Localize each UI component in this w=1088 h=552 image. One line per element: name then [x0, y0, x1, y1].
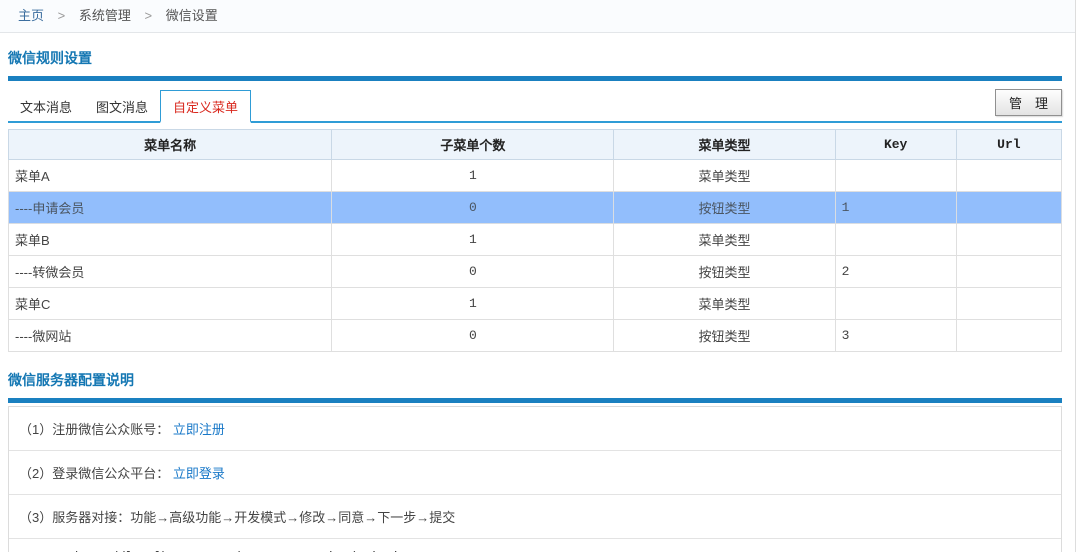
cell-url — [956, 160, 1061, 192]
breadcrumb-item-system[interactable]: 系统管理 — [79, 8, 131, 23]
cell-submenu-count: 1 — [332, 288, 614, 320]
menu-table: 菜单名称 子菜单个数 菜单类型 Key Url 菜单A 1 菜单类型 ----申… — [8, 129, 1062, 352]
server-section-underline — [8, 398, 1062, 403]
col-header-key: Key — [835, 130, 956, 160]
login-now-link[interactable]: 立即登录 — [173, 466, 225, 481]
cell-menu-name: 菜单A — [9, 160, 332, 192]
col-header-url: Url — [956, 130, 1061, 160]
cell-url — [956, 256, 1061, 288]
cell-submenu-count: 0 — [332, 320, 614, 352]
cell-submenu-count: 1 — [332, 224, 614, 256]
cell-menu-name: 菜单B — [9, 224, 332, 256]
table-row[interactable]: 菜单A 1 菜单类型 — [9, 160, 1062, 192]
table-row-selected[interactable]: ----申请会员 0 按钮类型 1 — [9, 192, 1062, 224]
table-row[interactable]: 菜单C 1 菜单类型 — [9, 288, 1062, 320]
cell-menu-name: ----申请会员 — [9, 192, 332, 224]
tab-bar: 文本消息 图文消息 自定义菜单 管 理 — [8, 89, 1062, 123]
cell-menu-name: 菜单C — [9, 288, 332, 320]
page-right-divider — [1075, 0, 1076, 552]
cell-submenu-count: 0 — [332, 192, 614, 224]
rules-section-underline — [8, 76, 1062, 81]
breadcrumb-separator: > — [58, 8, 66, 23]
breadcrumb: 主页 > 系统管理 > 微信设置 — [0, 0, 1075, 33]
cell-menu-type: 菜单类型 — [614, 224, 835, 256]
tab-image-text-message[interactable]: 图文消息 — [84, 91, 160, 121]
cell-url — [956, 288, 1061, 320]
config-step-2: （2）登录微信公众平台： 立即登录 — [9, 451, 1061, 495]
cell-key — [835, 160, 956, 192]
cell-key — [835, 288, 956, 320]
cell-key: 3 — [835, 320, 956, 352]
config-step-2-label: （2）登录微信公众平台： — [19, 466, 169, 481]
config-code-block: URL: http://localhost:65530/?PID=133Serv… — [9, 539, 1061, 552]
config-step-3: （3）服务器对接：功能→高级功能→开发模式→修改→同意→下一步→提交 — [9, 495, 1061, 539]
col-header-menu-type: 菜单类型 — [614, 130, 835, 160]
server-url-line: URL: http://localhost:65530/?PID=133Serv… — [39, 546, 1051, 552]
cell-key: 2 — [835, 256, 956, 288]
cell-url — [956, 320, 1061, 352]
cell-key: 1 — [835, 192, 956, 224]
cell-url — [956, 192, 1061, 224]
server-section-title: 微信服务器配置说明 — [8, 370, 1062, 390]
server-config-box: （1）注册微信公众账号： 立即注册 （2）登录微信公众平台： 立即登录 （3）服… — [8, 406, 1062, 552]
col-header-menu-name: 菜单名称 — [9, 130, 332, 160]
cell-submenu-count: 0 — [332, 256, 614, 288]
rules-section-title: 微信规则设置 — [8, 48, 1062, 68]
cell-menu-type: 按钮类型 — [614, 256, 835, 288]
config-step-1-label: （1）注册微信公众账号： — [19, 422, 169, 437]
col-header-submenu-count: 子菜单个数 — [332, 130, 614, 160]
cell-menu-type: 按钮类型 — [614, 192, 835, 224]
table-row[interactable]: 菜单B 1 菜单类型 — [9, 224, 1062, 256]
table-row[interactable]: ----转微会员 0 按钮类型 2 — [9, 256, 1062, 288]
table-header-row: 菜单名称 子菜单个数 菜单类型 Key Url — [9, 130, 1062, 160]
cell-menu-type: 菜单类型 — [614, 288, 835, 320]
cell-submenu-count: 1 — [332, 160, 614, 192]
cell-key — [835, 224, 956, 256]
breadcrumb-separator: > — [145, 8, 153, 23]
main-content: 微信规则设置 文本消息 图文消息 自定义菜单 管 理 菜单名称 子菜单个数 菜单… — [0, 48, 1075, 552]
cell-menu-name: ----微网站 — [9, 320, 332, 352]
tab-custom-menu[interactable]: 自定义菜单 — [160, 90, 251, 123]
tab-text-message[interactable]: 文本消息 — [8, 91, 84, 121]
breadcrumb-item-wechat[interactable]: 微信设置 — [166, 8, 218, 23]
table-row[interactable]: ----微网站 0 按钮类型 3 — [9, 320, 1062, 352]
cell-menu-type: 按钮类型 — [614, 320, 835, 352]
config-step-1: （1）注册微信公众账号： 立即注册 — [9, 407, 1061, 451]
register-now-link[interactable]: 立即注册 — [173, 422, 225, 437]
breadcrumb-home-link[interactable]: 主页 — [18, 8, 44, 23]
cell-menu-name: ----转微会员 — [9, 256, 332, 288]
cell-menu-type: 菜单类型 — [614, 160, 835, 192]
cell-url — [956, 224, 1061, 256]
manage-button[interactable]: 管 理 — [995, 89, 1062, 116]
